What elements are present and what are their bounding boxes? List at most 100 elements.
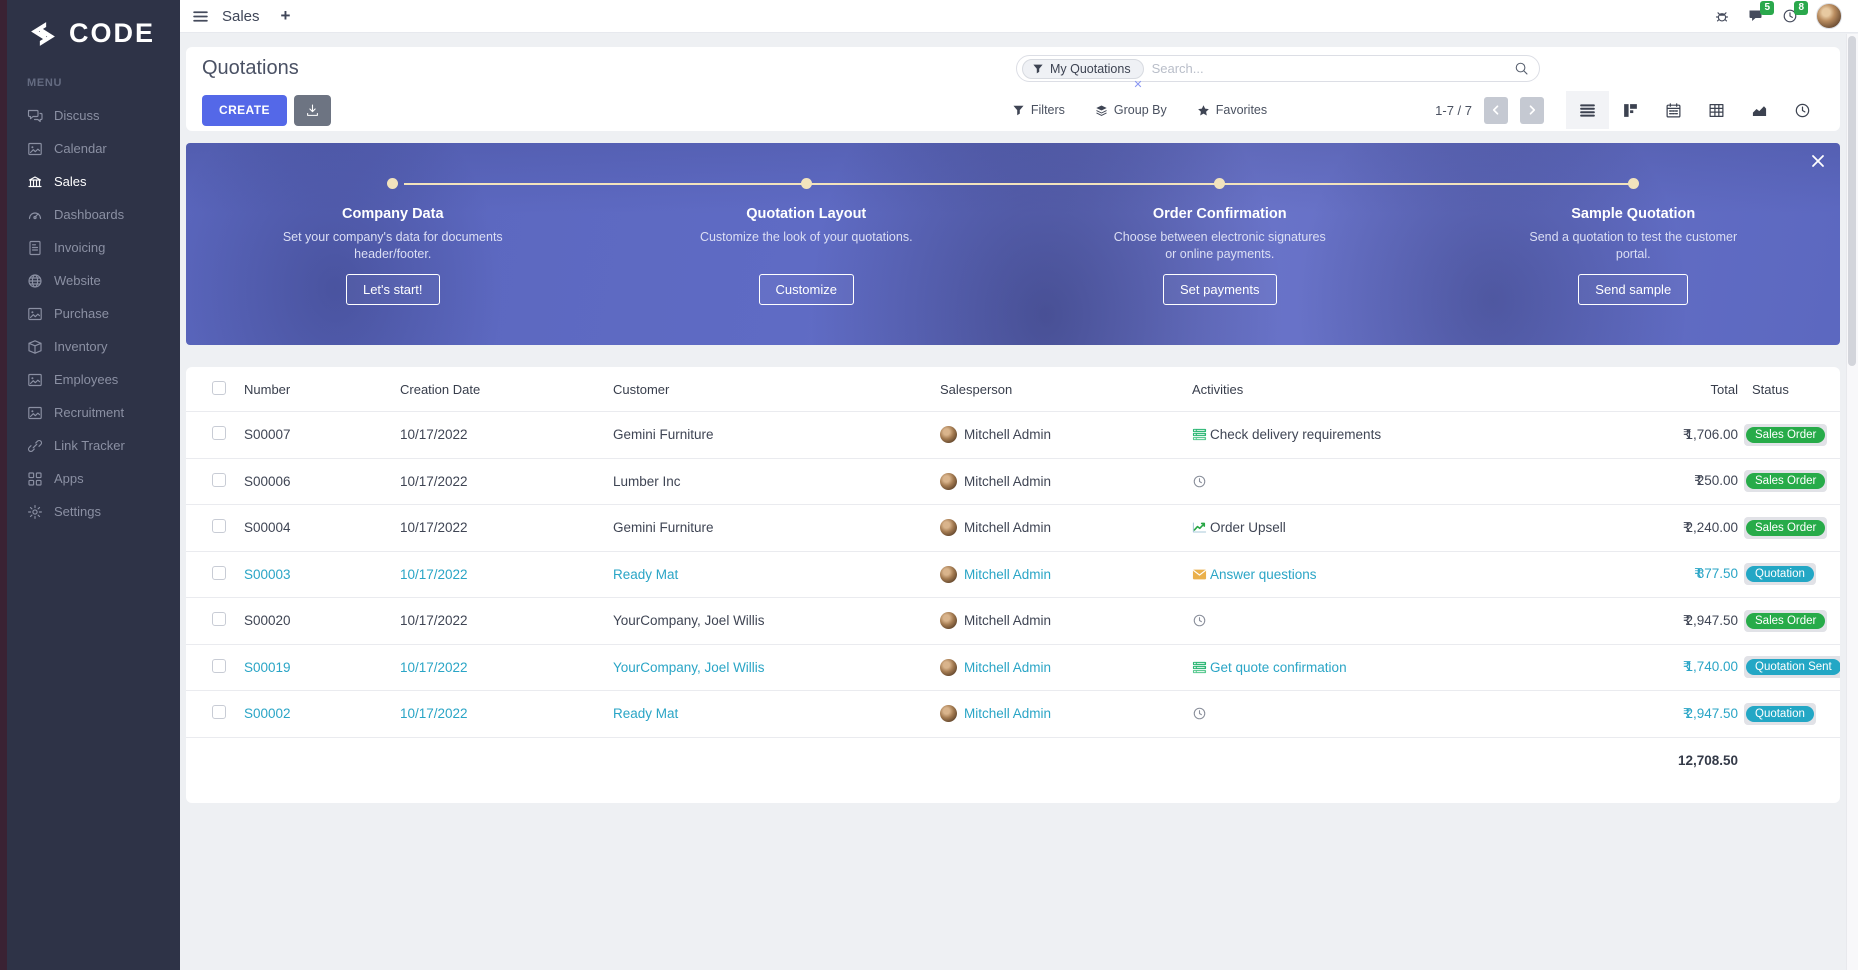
sidebar-item-sales[interactable]: Sales bbox=[7, 165, 180, 198]
row-creation-date: 10/17/2022 bbox=[400, 427, 613, 442]
status-badge: Quotation bbox=[1746, 566, 1814, 582]
row-activity[interactable]: Check delivery requirements bbox=[1192, 427, 1494, 442]
row-activity[interactable]: Answer questions bbox=[1192, 567, 1494, 582]
activity-tasks-icon[interactable] bbox=[1192, 427, 1207, 442]
graph-view-button[interactable] bbox=[1738, 91, 1781, 129]
list-view-button[interactable] bbox=[1566, 91, 1609, 129]
row-activity[interactable] bbox=[1192, 706, 1494, 721]
activity-clock-icon[interactable] bbox=[1192, 706, 1207, 721]
active-app-title[interactable]: Sales bbox=[222, 8, 260, 25]
step-action-button[interactable]: Customize bbox=[759, 274, 854, 305]
table-row[interactable]: S0001910/17/2022YourCompany, Joel Willis… bbox=[186, 644, 1840, 691]
table-row[interactable]: S0000410/17/2022Gemini FurnitureMitchell… bbox=[186, 504, 1840, 551]
search-box[interactable]: My Quotations ✕ bbox=[1016, 55, 1540, 82]
search-input[interactable] bbox=[1144, 61, 1514, 76]
column-header-total[interactable]: Total bbox=[1494, 382, 1744, 397]
activity-label: Order Upsell bbox=[1210, 520, 1286, 535]
step-description: Choose between electronic signatures or … bbox=[1107, 229, 1332, 263]
sidebar-item-label: Link Tracker bbox=[54, 438, 125, 453]
scrollbar-thumb[interactable] bbox=[1848, 36, 1856, 366]
favorites-button[interactable]: Favorites bbox=[1197, 103, 1267, 117]
step-action-button[interactable]: Send sample bbox=[1578, 274, 1688, 305]
activity-view-button[interactable] bbox=[1781, 91, 1824, 129]
activity-label: Get quote confirmation bbox=[1210, 660, 1347, 675]
sidebar-item-link-tracker[interactable]: Link Tracker bbox=[7, 429, 180, 462]
sidebar-item-settings[interactable]: Settings bbox=[7, 495, 180, 528]
row-activity[interactable]: Order Upsell bbox=[1192, 520, 1494, 535]
row-checkbox[interactable] bbox=[212, 659, 226, 673]
scrollbar[interactable] bbox=[1846, 34, 1858, 970]
activities-clock-icon[interactable]: 8 bbox=[1782, 8, 1798, 24]
create-button[interactable]: CREATE bbox=[202, 95, 287, 126]
search-icon[interactable] bbox=[1514, 61, 1529, 76]
column-header-number[interactable]: Number bbox=[244, 382, 400, 397]
sidebar-item-purchase[interactable]: Purchase bbox=[7, 297, 180, 330]
table-row[interactable]: S0000710/17/2022Gemini FurnitureMitchell… bbox=[186, 411, 1840, 458]
sidebar-item-discuss[interactable]: Discuss bbox=[7, 99, 180, 132]
status-badge: Quotation Sent bbox=[1746, 659, 1840, 675]
row-checkbox[interactable] bbox=[212, 519, 226, 533]
control-panel: Quotations My Quotations ✕ CREATE bbox=[186, 47, 1840, 131]
column-header-creation-date[interactable]: Creation Date bbox=[400, 382, 613, 397]
sidebar-item-employees[interactable]: Employees bbox=[7, 363, 180, 396]
row-checkbox-cell bbox=[186, 705, 244, 722]
activity-chart-icon[interactable] bbox=[1192, 520, 1207, 535]
select-all-checkbox[interactable] bbox=[212, 381, 226, 395]
row-activity[interactable] bbox=[1192, 474, 1494, 489]
table-row[interactable]: S0000610/17/2022Lumber IncMitchell Admin… bbox=[186, 458, 1840, 505]
pager-next-button[interactable] bbox=[1520, 97, 1544, 124]
activity-clock-icon[interactable] bbox=[1192, 613, 1207, 628]
search-facet[interactable]: My Quotations ✕ bbox=[1022, 59, 1144, 79]
column-header-customer[interactable]: Customer bbox=[613, 382, 940, 397]
row-checkbox[interactable] bbox=[212, 612, 226, 626]
pivot-view-button[interactable] bbox=[1695, 91, 1738, 129]
sidebar-item-recruitment[interactable]: Recruitment bbox=[7, 396, 180, 429]
sidebar-item-invoicing[interactable]: Invoicing bbox=[7, 231, 180, 264]
row-total: ₹1,740.00 bbox=[1494, 659, 1744, 675]
step-dot bbox=[1628, 178, 1639, 189]
messages-icon[interactable]: 5 bbox=[1748, 8, 1764, 24]
filters-button[interactable]: Filters bbox=[1012, 103, 1065, 117]
apps-icon bbox=[27, 471, 43, 487]
activity-envelope-icon[interactable] bbox=[1192, 567, 1207, 582]
sidebar-item-inventory[interactable]: Inventory bbox=[7, 330, 180, 363]
column-header-status[interactable]: Status bbox=[1744, 382, 1840, 397]
facet-remove-icon[interactable]: ✕ bbox=[1133, 78, 1142, 91]
column-header-salesperson[interactable]: Salesperson bbox=[940, 382, 1192, 397]
hamburger-menu-icon[interactable] bbox=[192, 8, 209, 25]
export-button[interactable] bbox=[294, 95, 331, 126]
row-checkbox[interactable] bbox=[212, 473, 226, 487]
table-row[interactable]: S0000310/17/2022Ready MatMitchell AdminA… bbox=[186, 551, 1840, 598]
sidebar-item-website[interactable]: Website bbox=[7, 264, 180, 297]
step-action-button[interactable]: Set payments bbox=[1163, 274, 1277, 305]
debug-bug-icon[interactable] bbox=[1714, 8, 1730, 24]
row-activity[interactable] bbox=[1192, 613, 1494, 628]
column-header-activities[interactable]: Activities bbox=[1192, 382, 1494, 397]
row-checkbox-cell bbox=[186, 566, 244, 583]
sidebar-item-dashboards[interactable]: Dashboards bbox=[7, 198, 180, 231]
table-row[interactable]: S0002010/17/2022YourCompany, Joel Willis… bbox=[186, 597, 1840, 644]
step-action-button[interactable]: Let's start! bbox=[346, 274, 440, 305]
sidebar-item-calendar[interactable]: Calendar bbox=[7, 132, 180, 165]
row-checkbox[interactable] bbox=[212, 705, 226, 719]
kanban-view-button[interactable] bbox=[1609, 91, 1652, 129]
brand-logo[interactable]: CODE bbox=[7, 0, 180, 53]
activity-tasks-icon[interactable] bbox=[1192, 660, 1207, 675]
sidebar-item-apps[interactable]: Apps bbox=[7, 462, 180, 495]
row-checkbox[interactable] bbox=[212, 566, 226, 580]
onboarding-banner: Company DataSet your company's data for … bbox=[186, 143, 1840, 345]
calendar-view-button[interactable] bbox=[1652, 91, 1695, 129]
activity-clock-icon[interactable] bbox=[1192, 474, 1207, 489]
table-row[interactable]: S0000210/17/2022Ready MatMitchell Admin₹… bbox=[186, 690, 1840, 737]
row-activity[interactable]: Get quote confirmation bbox=[1192, 660, 1494, 675]
new-tab-button[interactable]: + bbox=[281, 6, 291, 26]
settings-icon bbox=[27, 504, 43, 520]
banner-close-icon[interactable] bbox=[1810, 153, 1826, 169]
user-avatar[interactable] bbox=[1816, 3, 1842, 29]
activities-badge: 8 bbox=[1794, 1, 1808, 15]
group-by-button[interactable]: Group By bbox=[1095, 103, 1167, 117]
pager-previous-button[interactable] bbox=[1484, 97, 1508, 124]
row-creation-date: 10/17/2022 bbox=[400, 474, 613, 489]
row-customer: YourCompany, Joel Willis bbox=[613, 613, 940, 628]
row-checkbox[interactable] bbox=[212, 426, 226, 440]
